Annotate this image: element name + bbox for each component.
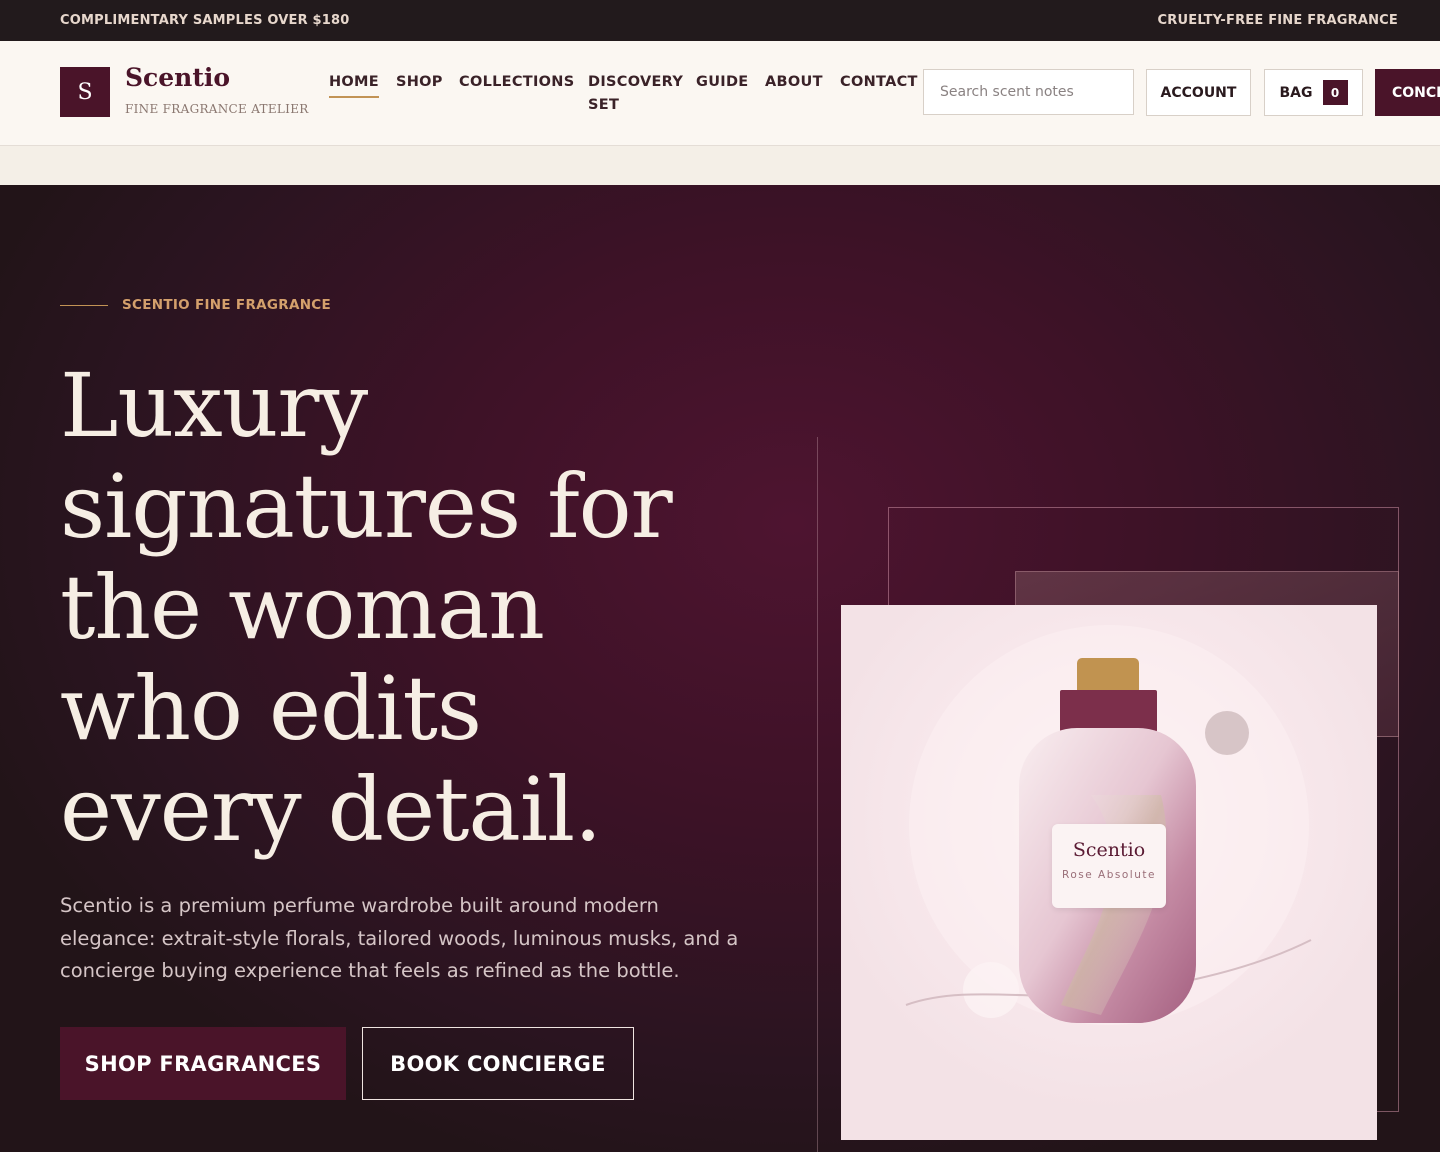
search-input[interactable] [923,69,1134,115]
bag-button[interactable]: BAG 0 [1264,69,1363,116]
headline-line: the woman [60,556,545,659]
brand-tagline: FINE FRAGRANCE ATELIER [125,102,309,116]
shop-fragrances-button[interactable]: SHOP FRAGRANCES [60,1027,346,1100]
brand-name[interactable]: Scentio [125,63,230,92]
nav-item-about[interactable]: ABOUT [765,71,823,94]
bag-label: BAG [1279,84,1313,101]
eyebrow-rule [60,305,108,306]
nav-item-collections[interactable]: COLLECTIONS [459,71,574,94]
bottle-label: Scentio Rose Absolute [1052,824,1166,908]
nav-item-guide[interactable]: GUIDE [696,71,749,94]
account-label: ACCOUNT [1160,84,1237,101]
nav-item-discovery-set[interactable]: DISCOVERY SET [588,71,683,117]
logo-monogram[interactable]: S [60,67,110,117]
hero-lede: Scentio is a premium perfume wardrobe bu… [60,894,739,982]
headline-line: signatures for [60,455,673,558]
headline-line: who edits [60,657,482,760]
bottle-label-brand: Scentio [1072,839,1146,861]
hero-headline: Luxury signatures for the woman who edit… [60,355,780,860]
concierge-button[interactable]: CONCIERGE [1375,69,1440,116]
nav-item-shop[interactable]: SHOP [396,71,443,94]
bottle-label-name: Rose Absolute [1062,869,1156,881]
hero-section: SCENTIO FINE FRAGRANCE Luxury signatures… [0,185,1440,1152]
product-image: Scentio Rose Absolute [841,605,1377,1140]
header-strip [0,146,1440,185]
announcement-right: CRUELTY-FREE FINE FRAGRANCE [1157,13,1398,28]
headline-line: every detail. [60,758,602,861]
headline-line: Luxury [60,354,368,457]
book-concierge-label: BOOK CONCIERGE [390,1051,606,1076]
account-button[interactable]: ACCOUNT [1146,69,1251,116]
announcement-left: COMPLIMENTARY SAMPLES OVER $180 [60,13,350,28]
shop-fragrances-label: SHOP FRAGRANCES [84,1051,322,1076]
hero-divider [817,437,818,1152]
concierge-label: CONCIERGE [1392,84,1440,101]
book-concierge-button[interactable]: BOOK CONCIERGE [362,1027,634,1100]
hero-eyebrow: SCENTIO FINE FRAGRANCE [122,297,332,313]
bag-count-badge: 0 [1322,80,1348,105]
nav-item-contact[interactable]: CONTACT [840,71,918,94]
site-header: S Scentio FINE FRAGRANCE ATELIER HOME SH… [0,41,1440,146]
announcement-bar: COMPLIMENTARY SAMPLES OVER $180 CRUELTY-… [0,0,1440,41]
nav-item-home[interactable]: HOME [329,71,379,98]
